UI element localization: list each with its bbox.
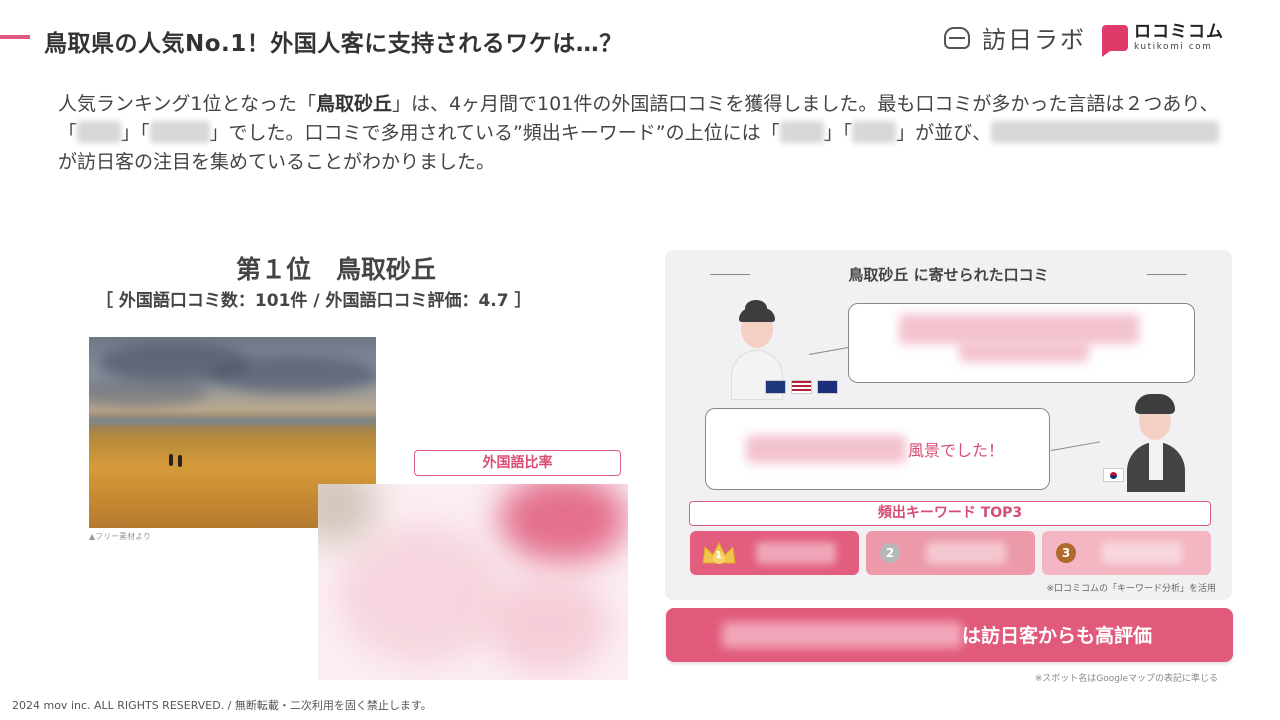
kr-flag-icon <box>1103 468 1124 482</box>
keyword-rank-3: 3 <box>1042 531 1211 575</box>
us-flag-icon <box>791 380 812 394</box>
silver-medal-icon: 2 <box>880 543 900 563</box>
review-2-visible-text: 風景でした！ <box>908 441 1005 460</box>
au-flag-icon <box>817 380 838 394</box>
redacted-keyword-2 <box>852 121 897 143</box>
person-silhouette <box>178 455 182 467</box>
photo-credit: ▲フリー素材より <box>89 532 151 541</box>
keyword-top3-title: 頻出キーワード TOP3 <box>689 501 1211 526</box>
banner-text: は訪日客からも高評価 <box>962 625 1153 647</box>
redacted-phrase <box>991 121 1220 143</box>
review-bubble-2: 風景でした！ <box>705 408 1050 490</box>
keyword-rank-2: 2 <box>866 531 1035 575</box>
spot-name-note: ※スポット名はGoogleマップの表記に準じる <box>1034 674 1218 684</box>
ranking-subtitle: ［ 外国語口コミ数：101件 / 外国語口コミ評価：4.7 ］ <box>96 291 532 311</box>
review-bubble-1 <box>848 303 1195 383</box>
page-title: 鳥取県の人気No.1！外国人客に支持されるワケは…？ <box>44 31 623 57</box>
brand-name: 訪日ラボ <box>982 26 1086 54</box>
language-ratio-label: 外国語比率 <box>414 450 621 476</box>
speech-bubble-logo-icon <box>1102 24 1128 57</box>
bronze-medal-icon: 3 <box>1056 543 1076 563</box>
dome-icon <box>944 26 970 49</box>
redacted-language-1 <box>77 121 122 143</box>
man-avatar-icon <box>1121 390 1189 492</box>
highlight-banner: は訪日客からも高評価 <box>666 608 1233 662</box>
redacted-language-2 <box>149 121 210 143</box>
review-panel-title: 鳥取砂丘 に寄せられた口コミ <box>665 264 1232 285</box>
logo-en-text: kutikomi com <box>1134 41 1213 52</box>
keyword-rank-1: 1 <box>690 531 859 575</box>
uk-flag-icon <box>765 380 786 394</box>
spot-name: 鳥取砂丘 <box>315 93 392 115</box>
redacted-keyword-1 <box>779 121 824 143</box>
language-ratio-chart-redacted <box>318 484 628 680</box>
keyword-analysis-note: ※口コミコムの「キーワード分析」を活用 <box>1046 584 1216 594</box>
footer-copyright: 2024 mov inc. ALL RIGHTS RESERVED. / 無断転… <box>12 699 432 712</box>
logo-jp-text: ロコミコム <box>1134 21 1224 42</box>
kutikomi-logo: ロコミコム kutikomi com <box>1102 21 1224 57</box>
ranking-title: 第１位 鳥取砂丘 <box>236 255 437 284</box>
intro-paragraph: 人気ランキング1位となった「鳥取砂丘」は、4ヶ月間で101件の外国語口コミを獲得… <box>58 93 1220 173</box>
title-accent-bar <box>0 35 30 39</box>
person-silhouette <box>169 454 173 466</box>
redacted-banner-phrase <box>722 622 962 648</box>
brand-header: 訪日ラボ ロコミコム kutikomi com <box>944 20 1224 57</box>
